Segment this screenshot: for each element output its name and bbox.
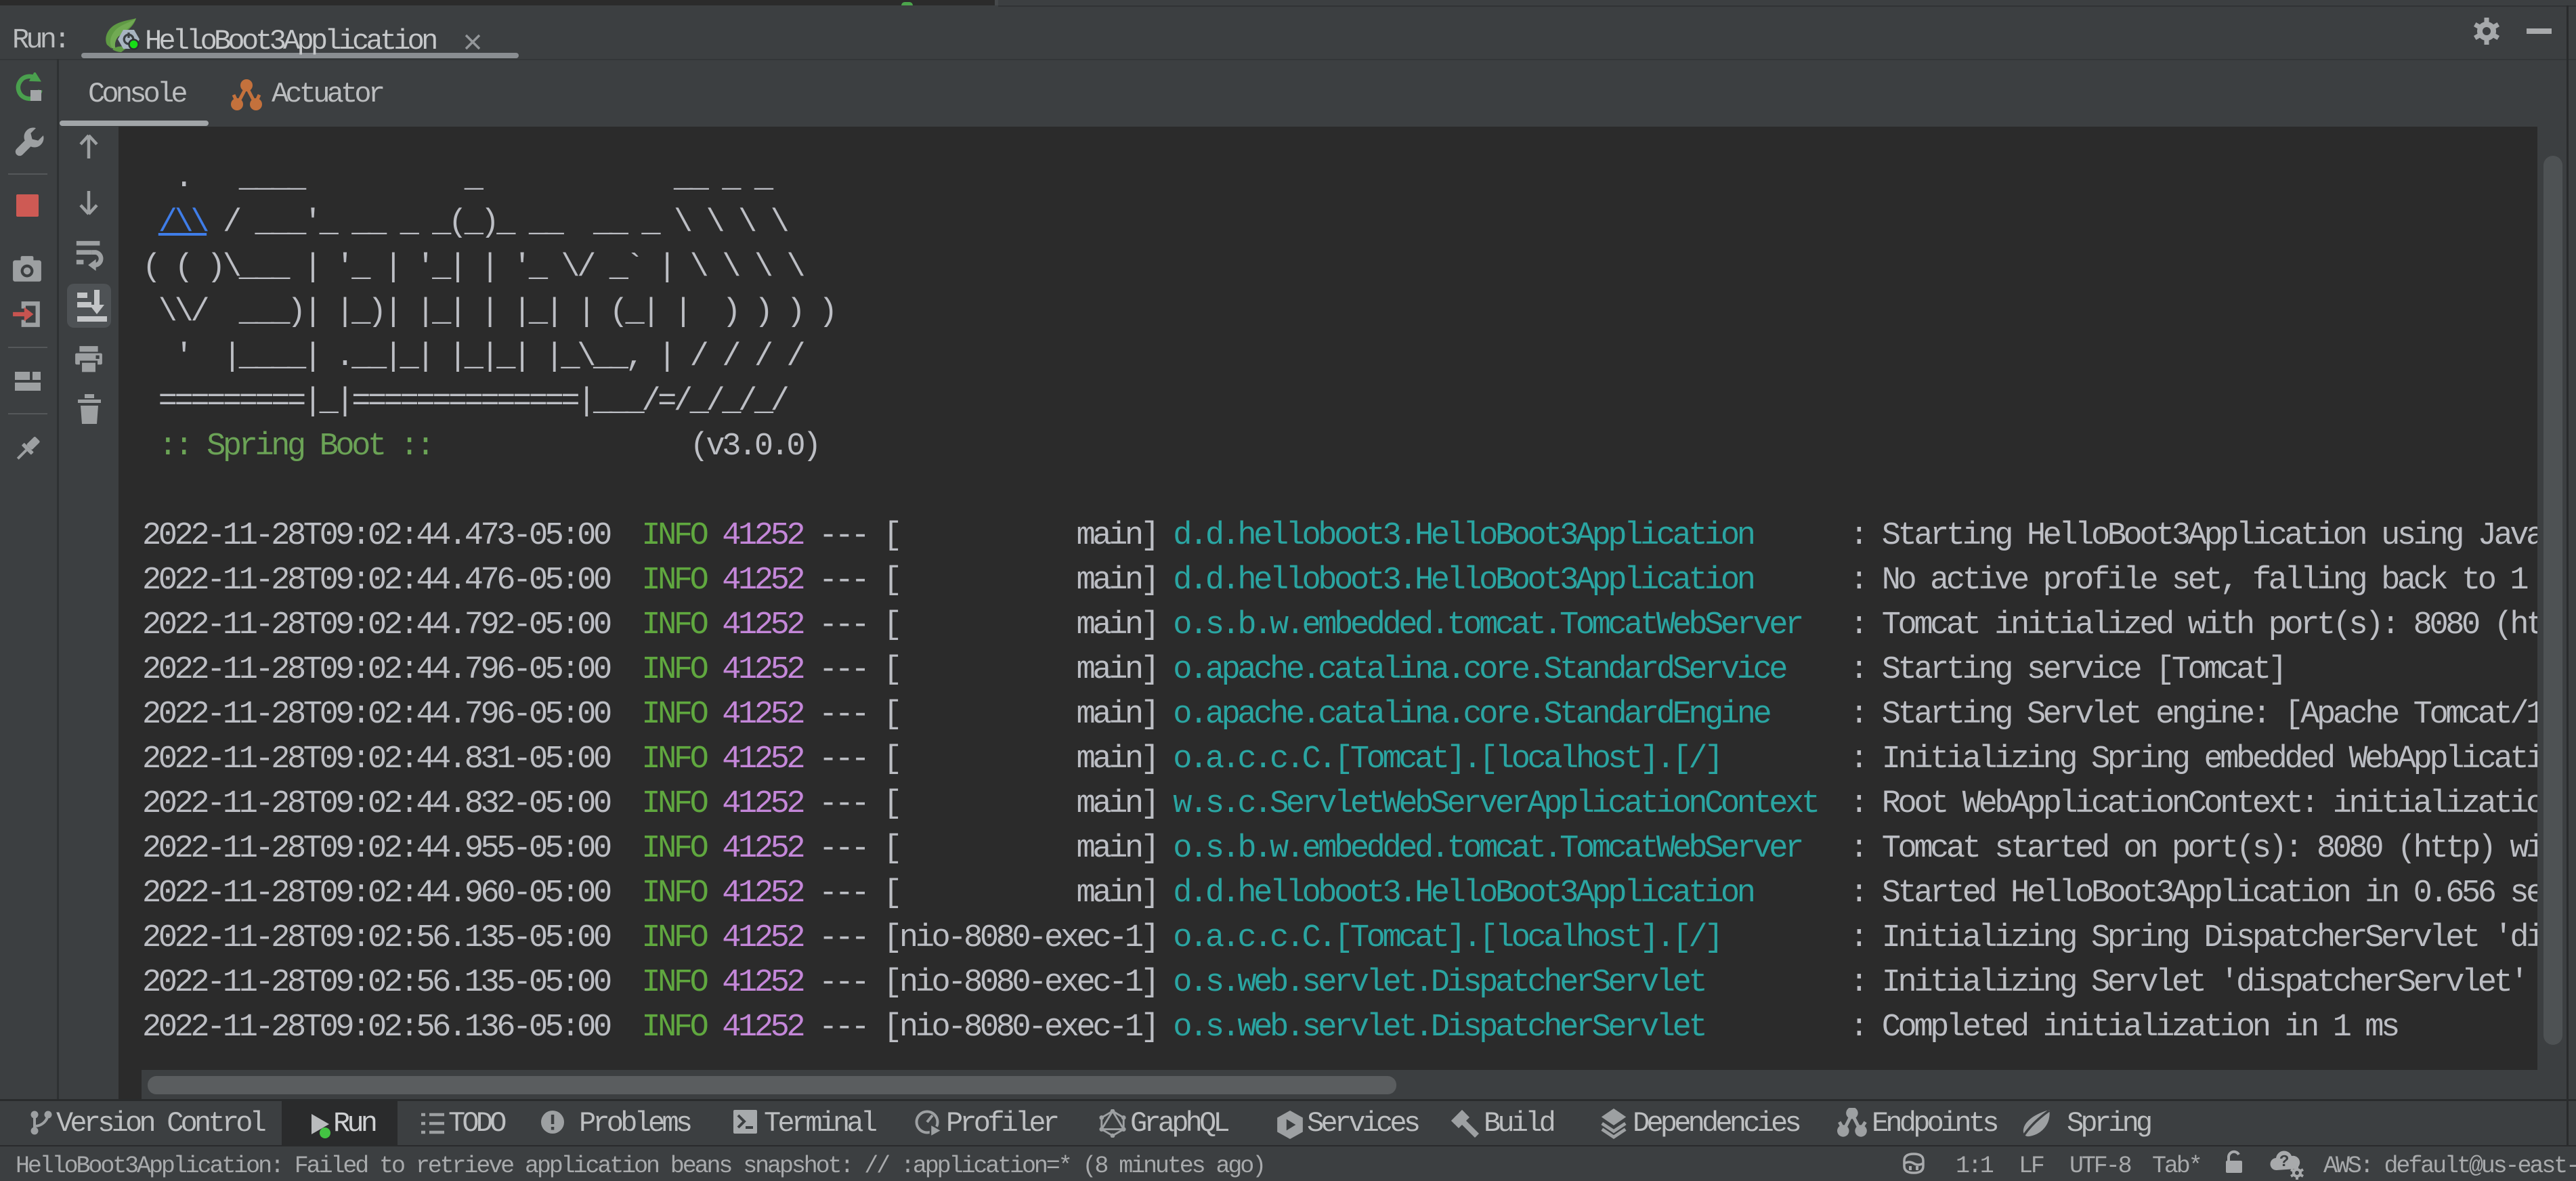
svg-text:?: ? — [2279, 1153, 2289, 1172]
